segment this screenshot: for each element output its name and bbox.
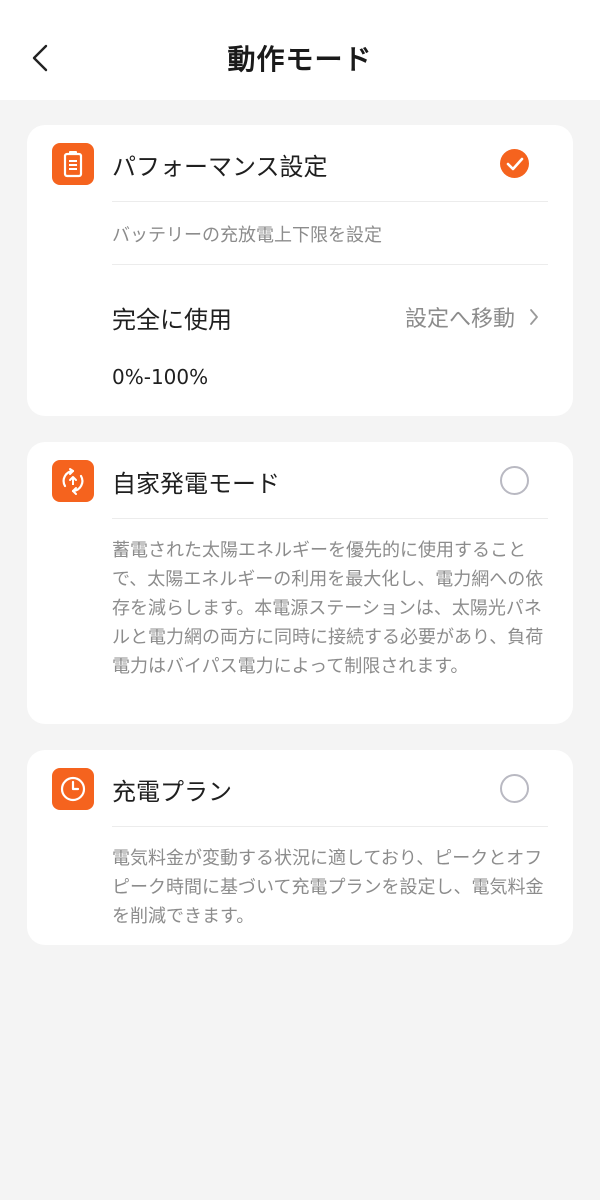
mode-card-self-generation[interactable]: 自家発電モード 蓄電された太陽エネルギーを優先的に使用することで、太陽エネルギー… bbox=[27, 442, 573, 724]
mode-radio[interactable] bbox=[500, 774, 529, 803]
mode-card-performance[interactable]: パフォーマンス設定 バッテリーの充放電上下限を設定 完全に使用 設定へ移動 0%… bbox=[27, 125, 573, 416]
divider bbox=[112, 201, 548, 202]
clock-icon bbox=[52, 768, 94, 810]
mode-header[interactable]: 充電プラン bbox=[27, 750, 573, 826]
mode-description: 電気料金が変動する状況に適しており、ピークとオフピーク時間に基づいて充電プランを… bbox=[112, 848, 544, 927]
mode-header[interactable]: 自家発電モード bbox=[27, 442, 573, 518]
go-to-settings-label: 設定へ移動 bbox=[404, 307, 515, 332]
battery-icon bbox=[52, 143, 94, 185]
mode-description: バッテリーの充放電上下限を設定 bbox=[112, 225, 382, 246]
chevron-right-icon bbox=[529, 308, 539, 326]
divider bbox=[112, 826, 548, 827]
mode-header[interactable]: パフォーマンス設定 bbox=[27, 125, 573, 201]
divider bbox=[112, 264, 548, 265]
go-to-settings-link[interactable]: 設定へ移動 bbox=[405, 301, 539, 333]
mode-title: パフォーマンス設定 bbox=[112, 153, 328, 181]
top-bar: 動作モード bbox=[0, 0, 600, 100]
setting-label: 完全に使用 bbox=[112, 306, 232, 334]
mode-description: 蓄電された太陽エネルギーを優先的に使用することで、太陽エネルギーの利用を最大化し… bbox=[112, 540, 544, 677]
mode-title: 充電プラン bbox=[112, 778, 232, 806]
mode-radio[interactable] bbox=[500, 466, 529, 495]
page-title: 動作モード bbox=[227, 43, 373, 76]
mode-title: 自家発電モード bbox=[112, 470, 280, 498]
mode-radio-selected[interactable] bbox=[500, 149, 529, 178]
mode-card-charging-plan[interactable]: 充電プラン 電気料金が変動する状況に適しており、ピークとオフピーク時間に基づいて… bbox=[27, 750, 573, 945]
solar-cycle-icon bbox=[52, 460, 94, 502]
check-icon bbox=[506, 157, 523, 170]
divider bbox=[112, 518, 548, 519]
charge-range-value: 0%-100% bbox=[112, 365, 209, 389]
